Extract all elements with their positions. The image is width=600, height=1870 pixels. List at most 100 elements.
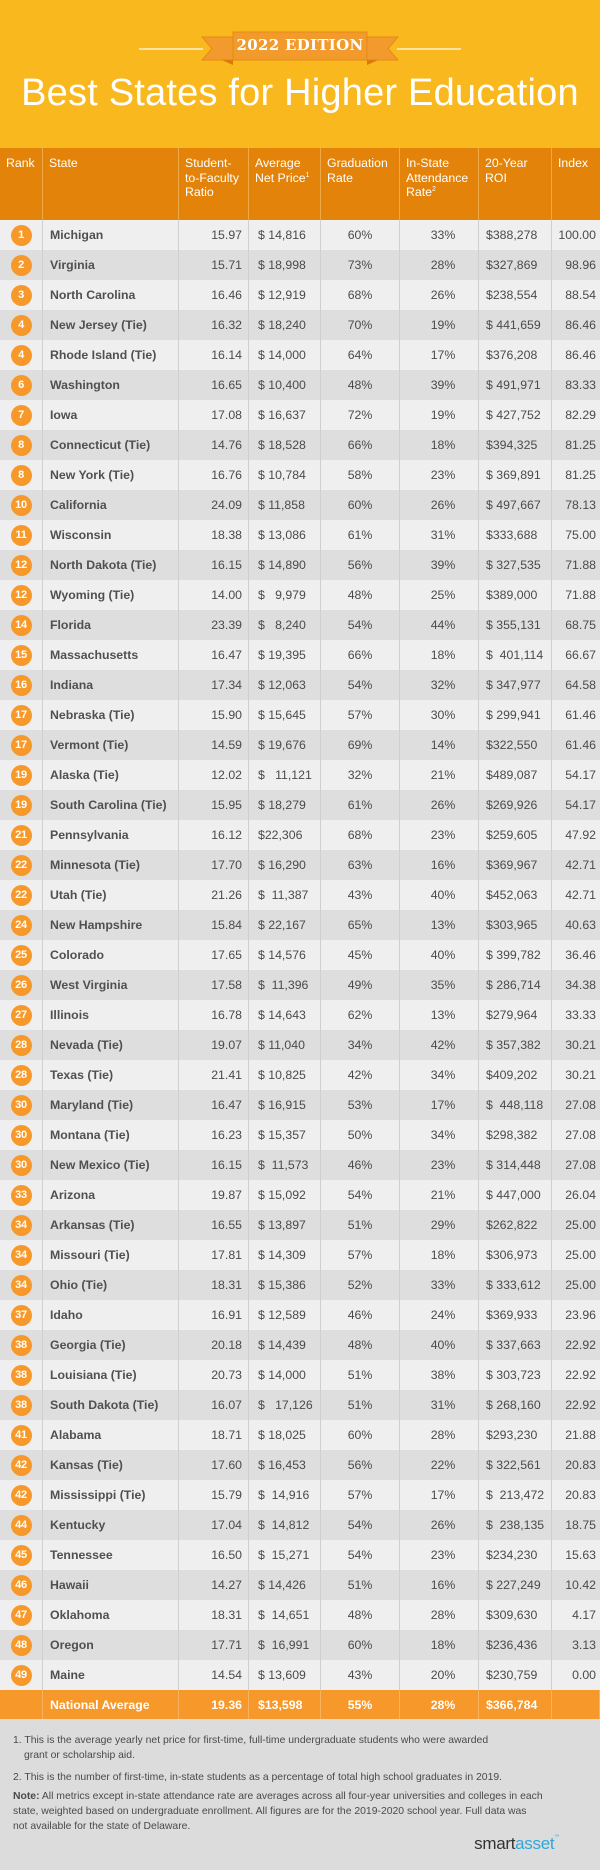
table-row: 6 Washington 16.65 $ 10,400 48% 39% $ 491,971 8… [0, 370, 600, 400]
student-faculty-ratio-cell: 16.50 [179, 1540, 249, 1570]
rank-cell: 25 [0, 940, 43, 970]
attendance-rate-cell: 21% [400, 1180, 479, 1210]
graduation-rate-cell: 43% [321, 1660, 400, 1690]
rank-cell: 12 [0, 550, 43, 580]
state-cell: New Mexico (Tie) [43, 1150, 179, 1180]
rank-badge: 19 [10, 794, 32, 816]
footnote-2: 2. This is the number of first-time, in-… [13, 1772, 503, 1783]
net-price-cell: $ 11,573 [249, 1150, 321, 1180]
index-cell: 61.46 [565, 708, 596, 722]
rank-cell: 34 [0, 1240, 43, 1270]
student-faculty-ratio-cell: 16.65 [179, 370, 249, 400]
student-faculty-ratio-cell: 15.79 [179, 1480, 249, 1510]
rank-cell: 46 [0, 1570, 43, 1600]
rank-badge: 22 [10, 884, 32, 906]
net-price-cell: $ 14,309 [249, 1240, 321, 1270]
state-cell: South Carolina (Tie) [43, 790, 179, 820]
student-faculty-ratio-cell: 16.12 [179, 820, 249, 850]
ribbon-line-left [139, 48, 203, 50]
roi-cell: $ 369,891 [479, 460, 552, 490]
rank-badge: 15 [10, 644, 32, 666]
graduation-rate-cell: 45% [321, 940, 400, 970]
table-row: 22 Utah (Tie) 21.26 $ 11,387 43% 40% $452,063 4… [0, 880, 600, 910]
graduation-rate-cell: 56% [321, 550, 400, 580]
logo-trademark: ™ [554, 1834, 559, 1840]
attendance-rate-cell: 23% [400, 1540, 479, 1570]
state-cell: Louisiana (Tie) [43, 1360, 179, 1390]
graduation-rate-cell: 54% [321, 670, 400, 700]
student-faculty-ratio-cell: 19.87 [179, 1180, 249, 1210]
table-row: 49 Maine 14.54 $ 13,609 43% 20% $230,759 0.00 [0, 1660, 600, 1690]
attendance-rate-cell: 31% [400, 520, 479, 550]
roi-cell: $ 303,723 [479, 1360, 552, 1390]
index-cell: 54.17 [565, 798, 596, 812]
column-header-attendance-rate: In-State Attendance Rate2 [400, 148, 479, 220]
state-cell: Iowa [43, 400, 179, 430]
index-cell: 83.33 [565, 378, 596, 392]
state-cell: Utah (Tie) [43, 880, 179, 910]
avg-net-price: $13,598 [249, 1690, 321, 1719]
header-text: ROI [485, 170, 507, 185]
hero-banner: 2022 EDITION Best States for Higher Educ… [0, 0, 600, 148]
state-cell: Hawaii [43, 1570, 179, 1600]
graduation-rate-cell: 66% [321, 430, 400, 460]
table-row: 8 New York (Tie) 16.76 $ 10,784 58% 23% $ 369,… [0, 460, 600, 490]
index-cell: 21.88 [565, 1428, 596, 1442]
avg-rank-cell [0, 1690, 43, 1719]
index-cell: 34.38 [565, 978, 596, 992]
edition-label: 2022 EDITION [236, 36, 364, 54]
rank-cell: 41 [0, 1420, 43, 1450]
index-cell: 22.92 [565, 1368, 596, 1382]
roi-cell: $262,822 [479, 1210, 552, 1240]
student-faculty-ratio-cell: 17.58 [179, 970, 249, 1000]
table-row: 38 Georgia (Tie) 20.18 $ 14,439 48% 40% $ 337,… [0, 1330, 600, 1360]
index-cell: 10.42 [565, 1578, 596, 1592]
table-row: 34 Arkansas (Tie) 16.55 $ 13,897 51% 29% $262,… [0, 1210, 600, 1240]
index-cell: 20.83 [565, 1488, 596, 1502]
net-price-cell: $ 19,676 [249, 730, 321, 760]
state-cell: Massachusetts [43, 640, 179, 670]
state-cell: Nevada (Tie) [43, 1030, 179, 1060]
attendance-rate-cell: 26% [400, 790, 479, 820]
attendance-rate-cell: 17% [400, 1480, 479, 1510]
attendance-rate-cell: 18% [400, 640, 479, 670]
graduation-rate-cell: 60% [321, 1420, 400, 1450]
table-row: 19 Alaska (Tie) 12.02 $ 11,121 32% 21% $489,08… [0, 760, 600, 790]
footnote-1-text: 1. This is the average yearly net price … [13, 1735, 489, 1746]
state-cell: Connecticut (Tie) [43, 430, 179, 460]
state-cell: Pennsylvania [43, 820, 179, 850]
net-price-cell: $ 14,643 [249, 1000, 321, 1030]
state-cell: Mississippi (Tie) [43, 1480, 179, 1510]
table-row: 22 Minnesota (Tie) 17.70 $ 16,290 63% 16% $369… [0, 850, 600, 880]
rank-cell: 33 [0, 1180, 43, 1210]
state-cell: Virginia [43, 250, 179, 280]
net-price-cell: $ 10,400 [249, 370, 321, 400]
graduation-rate-cell: 57% [321, 1240, 400, 1270]
attendance-rate-cell: 28% [400, 1600, 479, 1630]
attendance-rate-cell: 23% [400, 820, 479, 850]
net-price-cell: $ 15,092 [249, 1180, 321, 1210]
net-price-cell: $ 16,915 [249, 1090, 321, 1120]
attendance-rate-cell: 30% [400, 700, 479, 730]
footnote-1: 1. This is the average yearly net price … [13, 1733, 573, 1763]
student-faculty-ratio-cell: 23.39 [179, 610, 249, 640]
roi-cell: $ 268,160 [479, 1390, 552, 1420]
graduation-rate-cell: 72% [321, 400, 400, 430]
state-cell: New York (Tie) [43, 460, 179, 490]
student-faculty-ratio-cell: 17.65 [179, 940, 249, 970]
net-price-cell: $ 13,086 [249, 520, 321, 550]
smartasset-logo[interactable]: smartasset™ [474, 1834, 559, 1854]
student-faculty-ratio-cell: 24.09 [179, 490, 249, 520]
rank-cell: 22 [0, 880, 43, 910]
student-faculty-ratio-cell: 16.55 [179, 1210, 249, 1240]
state-cell: Indiana [43, 670, 179, 700]
state-cell: Oklahoma [43, 1600, 179, 1630]
student-faculty-ratio-cell: 15.90 [179, 700, 249, 730]
roi-cell: $ 355,131 [479, 610, 552, 640]
state-cell: Arizona [43, 1180, 179, 1210]
rank-cell: 30 [0, 1090, 43, 1120]
rank-badge: 34 [10, 1214, 32, 1236]
net-price-cell: $ 15,386 [249, 1270, 321, 1300]
net-price-cell: $ 18,025 [249, 1420, 321, 1450]
graduation-rate-cell: 57% [321, 700, 400, 730]
